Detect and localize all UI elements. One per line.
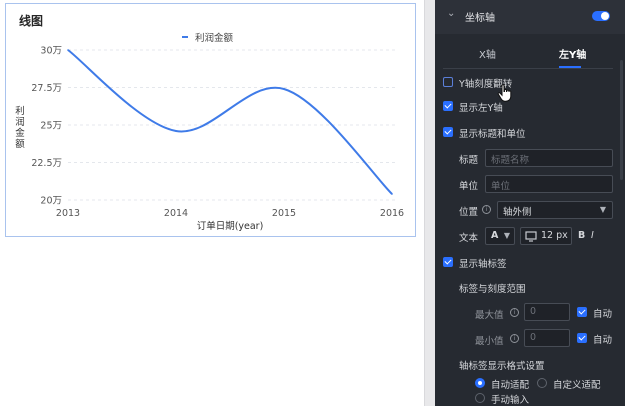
caret-down-icon: ▼ <box>599 205 606 214</box>
max-input[interactable]: 0 <box>524 303 570 321</box>
panel-divider[interactable] <box>424 0 435 406</box>
data-point <box>283 88 285 90</box>
tabs-divider <box>443 68 613 69</box>
y-tick-label: 30万 <box>40 46 62 57</box>
y-axis-title-char: 额 <box>15 138 25 150</box>
data-point <box>391 193 393 195</box>
axis-tabs: X轴 左Y轴 <box>435 40 625 68</box>
series-line <box>67 49 393 195</box>
legend-label: 利润金额 <box>195 32 234 44</box>
section-title: 坐标轴 <box>465 13 495 24</box>
show-title-unit-checkbox[interactable] <box>443 127 453 137</box>
y-tick-label: 27.5万 <box>31 83 62 94</box>
tab-left-y-axis[interactable]: 左Y轴 <box>559 46 586 61</box>
axis-section-header[interactable]: ⌄ 坐标轴 <box>435 0 625 34</box>
font-color-select[interactable]: A ▼ <box>485 227 515 245</box>
unit-input[interactable]: 单位 <box>485 175 613 193</box>
hand-cursor-icon <box>497 84 512 102</box>
range-title: 标签与刻度范围 <box>459 284 526 295</box>
x-tick-label: 2016 <box>380 208 404 219</box>
radio-custom[interactable] <box>537 378 547 388</box>
font-letter: A <box>491 230 499 241</box>
font-size-input[interactable]: 12 px <box>520 227 572 245</box>
show-axis-labels-label: 显示轴标签 <box>459 259 507 270</box>
format-title: 轴标签显示格式设置 <box>459 361 545 372</box>
y-tick-label: 22.5万 <box>31 158 62 169</box>
data-point <box>175 130 177 132</box>
tab-x-axis[interactable]: X轴 <box>479 46 496 61</box>
y-tick-label: 25万 <box>40 121 62 132</box>
x-tick-label: 2014 <box>164 208 188 219</box>
axis-toggle[interactable] <box>592 11 610 21</box>
config-panel: ⌄ 坐标轴 X轴 左Y轴 Y轴刻度翻转 显示左Y轴 显示标题和单位 标题 标题名… <box>435 0 625 406</box>
flip-y-checkbox[interactable] <box>443 77 453 87</box>
info-icon[interactable]: i <box>482 205 491 214</box>
show-left-y-label: 显示左Y轴 <box>459 103 503 114</box>
show-axis-labels-checkbox[interactable] <box>443 257 453 267</box>
info-icon[interactable]: i <box>510 308 519 317</box>
caret-down-icon: ▼ <box>503 231 510 240</box>
position-value: 轴外侧 <box>503 207 532 218</box>
max-label: 最大值 <box>475 310 504 321</box>
show-title-unit-label: 显示标题和单位 <box>459 129 526 140</box>
data-point <box>67 49 69 51</box>
min-auto-label: 自动 <box>593 335 613 346</box>
y-axis-title-char: 润 <box>15 116 25 128</box>
min-input[interactable]: 0 <box>524 329 570 347</box>
max-auto-label: 自动 <box>593 309 613 320</box>
position-label: 位置 <box>459 207 479 218</box>
radio-custom-label: 自定义适配 <box>553 380 601 391</box>
x-axis-title: 订单日期(year) <box>197 220 264 232</box>
radio-auto-label: 自动适配 <box>491 380 530 391</box>
italic-button[interactable]: I <box>591 230 594 241</box>
y-axis-title-char: 金 <box>15 127 25 139</box>
x-tick-label: 2015 <box>272 208 296 219</box>
panel-scrollbar[interactable] <box>620 60 623 180</box>
position-select[interactable]: 轴外侧 ▼ <box>497 201 613 219</box>
monitor-icon <box>525 231 537 242</box>
radio-auto[interactable] <box>475 378 485 388</box>
text-style-label: 文本 <box>459 233 479 244</box>
min-auto-checkbox[interactable] <box>577 333 587 343</box>
radio-manual-label: 手动输入 <box>491 395 530 406</box>
max-auto-checkbox[interactable] <box>577 307 587 317</box>
info-icon[interactable]: i <box>510 334 519 343</box>
y-axis-title-char: 利 <box>15 105 25 117</box>
bold-button[interactable]: B <box>578 230 585 241</box>
title-input[interactable]: 标题名称 <box>485 149 613 167</box>
chart-card[interactable]: 线图 利润金额 30万 27.5万 25万 22.5万 20万 2013 2014 2015 20… <box>5 3 416 237</box>
title-field-label: 标题 <box>459 155 479 166</box>
chevron-down-icon[interactable]: ⌄ <box>447 8 455 19</box>
x-tick-label: 2013 <box>56 208 80 219</box>
y-tick-label: 20万 <box>40 196 62 207</box>
show-left-y-checkbox[interactable] <box>443 101 453 111</box>
unit-field-label: 单位 <box>459 181 479 192</box>
radio-manual[interactable] <box>475 393 485 403</box>
min-label: 最小值 <box>475 336 504 347</box>
font-size-value: 12 px <box>541 230 568 241</box>
line-chart: 利润金额 30万 27.5万 25万 22.5万 20万2013 2014 2015 2016 订… <box>15 32 404 232</box>
